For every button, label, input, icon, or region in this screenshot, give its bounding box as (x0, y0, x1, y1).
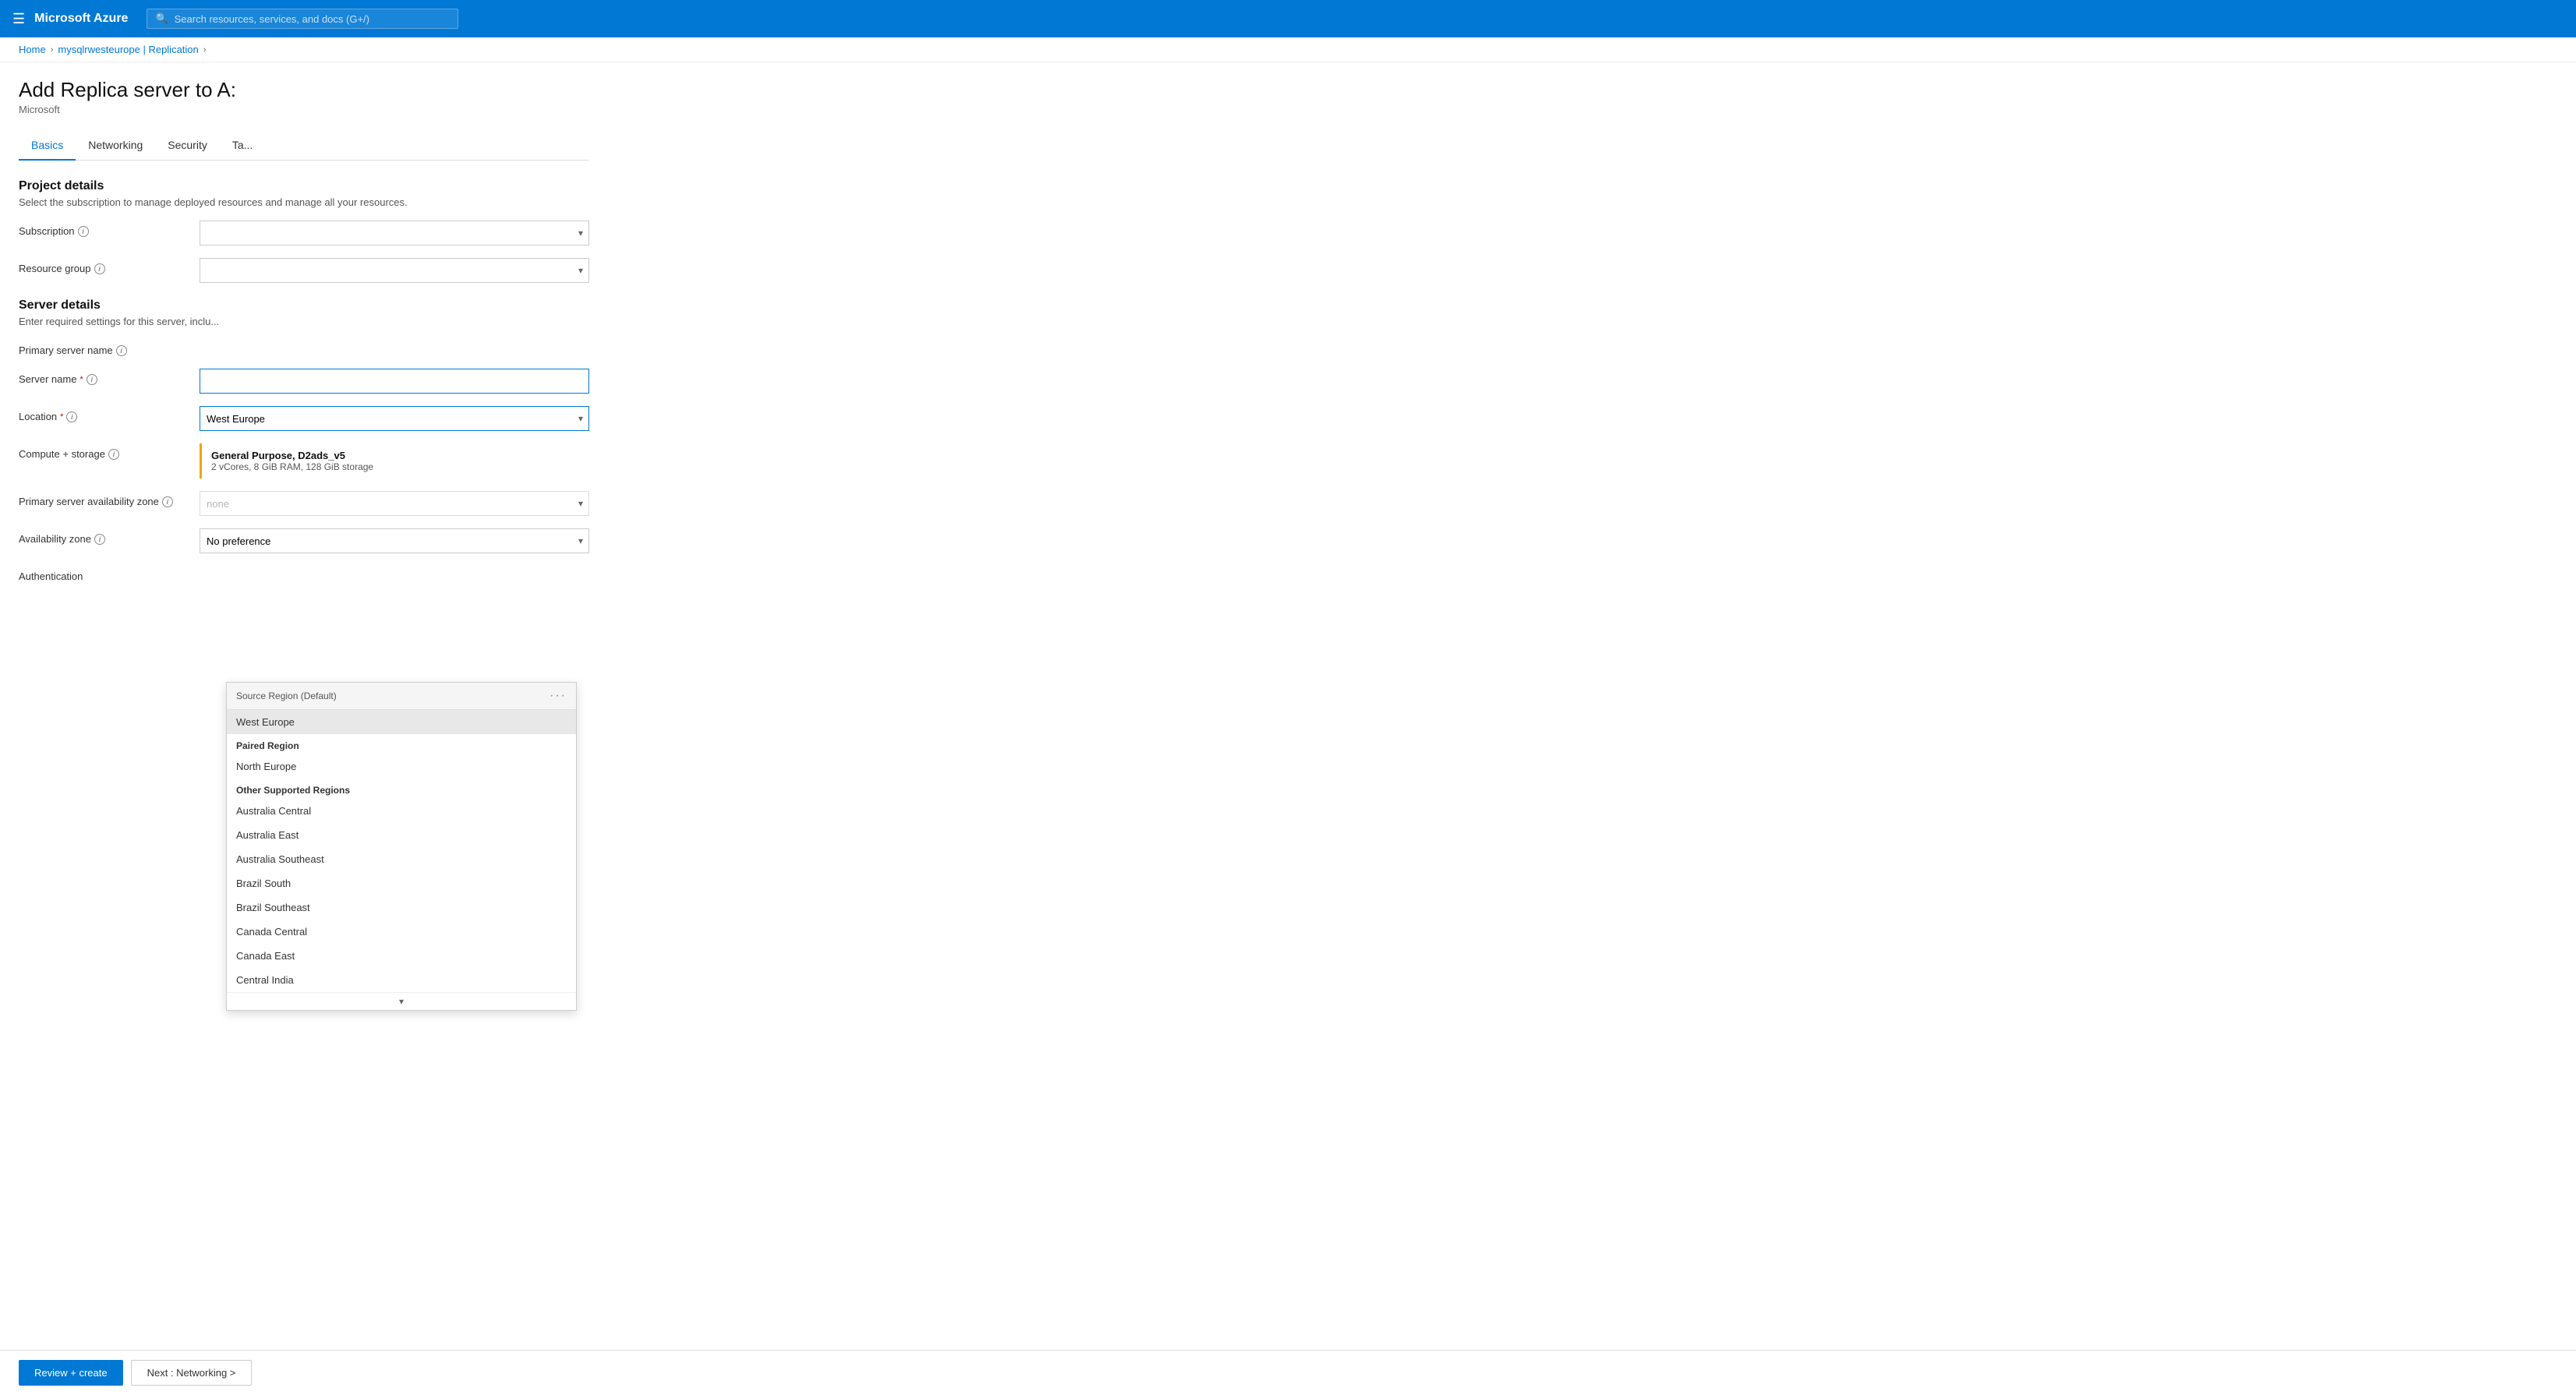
subscription-select-wrapper[interactable]: ▾ (200, 221, 589, 245)
dropdown-item-australia-east[interactable]: Australia East (227, 823, 576, 847)
compute-storage-row: Compute + storage i General Purpose, D2a… (19, 443, 589, 479)
subscription-control: ▾ (200, 221, 589, 245)
dropdown-item-canada-central[interactable]: Canada Central (227, 920, 576, 944)
resource-group-select[interactable] (200, 258, 589, 283)
tab-basics[interactable]: Basics (19, 131, 76, 161)
hamburger-icon[interactable]: ☰ (12, 11, 25, 27)
primary-avail-zone-label: Primary server availability zone i (19, 491, 190, 507)
location-row: Location * i West Europe ▾ (19, 406, 589, 431)
avail-zone-row: Availability zone i No preference 1 2 3 … (19, 528, 589, 553)
project-details-desc: Select the subscription to manage deploy… (19, 196, 589, 208)
tab-networking[interactable]: Networking (76, 131, 155, 161)
subscription-label: Subscription i (19, 221, 190, 237)
compute-desc: 2 vCores, 8 GiB RAM, 128 GiB storage (211, 461, 580, 472)
azure-logo: Microsoft Azure (34, 12, 128, 26)
subscription-select[interactable] (200, 221, 589, 245)
server-name-required: * (80, 375, 83, 384)
dropdown-item-central-india[interactable]: Central India (227, 968, 576, 992)
server-name-input[interactable] (200, 369, 589, 394)
next-networking-button[interactable]: Next : Networking > (131, 1360, 253, 1386)
auth-row: Authentication (19, 566, 589, 582)
breadcrumb: Home › mysqlrwesteurope | Replication › (0, 37, 2576, 62)
primary-server-name-label: Primary server name i (19, 340, 190, 356)
project-details-header: Project details (19, 179, 589, 193)
review-create-button[interactable]: Review + create (19, 1360, 123, 1386)
search-bar[interactable]: 🔍 (147, 9, 458, 29)
page-container: Add Replica server to A: Microsoft Basic… (0, 62, 608, 613)
location-dropdown: Source Region (Default) ··· West Europe … (226, 682, 577, 1011)
compute-storage-control: General Purpose, D2ads_v5 2 vCores, 8 Gi… (200, 443, 589, 479)
dropdown-header: Source Region (Default) ··· (227, 683, 576, 710)
dropdown-header-label: Source Region (Default) (236, 690, 337, 701)
tab-tags[interactable]: Ta... (220, 131, 265, 161)
resource-group-label: Resource group i (19, 258, 190, 274)
dropdown-item-west-europe[interactable]: West Europe (227, 710, 576, 734)
subscription-row: Subscription i ▾ (19, 221, 589, 245)
subscription-info-icon[interactable]: i (78, 226, 89, 237)
tab-bar: Basics Networking Security Ta... (19, 131, 589, 161)
compute-storage-info-icon[interactable]: i (108, 449, 119, 460)
dropdown-group-paired: Paired Region (227, 734, 576, 754)
breadcrumb-sep-1: › (51, 45, 54, 55)
server-details-header: Server details (19, 298, 589, 313)
avail-zone-select-wrapper[interactable]: No preference 1 2 3 ▾ (200, 528, 589, 553)
auth-label: Authentication (19, 566, 190, 582)
location-select-wrapper[interactable]: West Europe ▾ (200, 406, 589, 431)
avail-zone-select[interactable]: No preference 1 2 3 (200, 528, 589, 553)
compute-storage-label: Compute + storage i (19, 443, 190, 460)
bottom-bar: Review + create Next : Networking > (0, 1350, 2576, 1395)
resource-group-control: ▾ (200, 258, 589, 283)
compute-box: General Purpose, D2ads_v5 2 vCores, 8 Gi… (200, 443, 589, 479)
dropdown-list: West Europe Paired Region North Europe O… (227, 710, 576, 1010)
search-input[interactable] (175, 13, 451, 25)
avail-zone-control: No preference 1 2 3 ▾ (200, 528, 589, 553)
page-title: Add Replica server to A: (19, 78, 589, 102)
dropdown-scroll-down-icon: ▾ (399, 996, 404, 1007)
search-icon: 🔍 (155, 12, 168, 25)
location-control: West Europe ▾ (200, 406, 589, 431)
compute-title: General Purpose, D2ads_v5 (211, 450, 580, 461)
avail-zone-info-icon[interactable]: i (94, 534, 105, 545)
dropdown-item-north-europe[interactable]: North Europe (227, 754, 576, 779)
location-label: Location * i (19, 406, 190, 422)
dropdown-dots-button[interactable]: ··· (549, 689, 567, 703)
project-details-section: Project details Select the subscription … (19, 179, 589, 283)
avail-zone-label: Availability zone i (19, 528, 190, 545)
server-details-desc: Enter required settings for this server,… (19, 316, 589, 327)
tab-security[interactable]: Security (155, 131, 220, 161)
server-name-label: Server name * i (19, 369, 190, 385)
primary-avail-zone-control: none ▾ (200, 491, 589, 516)
page-subtitle: Microsoft (19, 104, 589, 115)
resource-group-info-icon[interactable]: i (94, 263, 105, 274)
dropdown-item-australia-southeast[interactable]: Australia Southeast (227, 847, 576, 871)
server-name-info-icon[interactable]: i (87, 374, 97, 385)
breadcrumb-home[interactable]: Home (19, 44, 46, 55)
resource-group-row: Resource group i ▾ (19, 258, 589, 283)
location-info-icon[interactable]: i (66, 411, 77, 422)
server-name-control[interactable] (200, 369, 589, 394)
top-nav: ☰ Microsoft Azure 🔍 (0, 0, 2576, 37)
primary-avail-zone-select: none (200, 491, 589, 516)
primary-avail-zone-select-wrapper: none ▾ (200, 491, 589, 516)
primary-server-name-row: Primary server name i (19, 340, 589, 356)
primary-server-name-info-icon[interactable]: i (116, 345, 127, 356)
dropdown-group-other: Other Supported Regions (227, 779, 576, 799)
dropdown-item-canada-east[interactable]: Canada East (227, 944, 576, 968)
resource-group-select-wrapper[interactable]: ▾ (200, 258, 589, 283)
server-details-section: Server details Enter required settings f… (19, 298, 589, 582)
server-name-row: Server name * i (19, 369, 589, 394)
breadcrumb-sep-2: › (203, 45, 207, 55)
dropdown-item-brazil-south[interactable]: Brazil South (227, 871, 576, 895)
location-required: * (60, 412, 63, 422)
location-select[interactable]: West Europe (200, 406, 589, 431)
primary-avail-zone-info-icon[interactable]: i (162, 496, 173, 507)
dropdown-item-brazil-southeast[interactable]: Brazil Southeast (227, 895, 576, 920)
breadcrumb-parent[interactable]: mysqlrwesteurope | Replication (58, 44, 198, 55)
primary-avail-zone-row: Primary server availability zone i none … (19, 491, 589, 516)
dropdown-item-australia-central[interactable]: Australia Central (227, 799, 576, 823)
